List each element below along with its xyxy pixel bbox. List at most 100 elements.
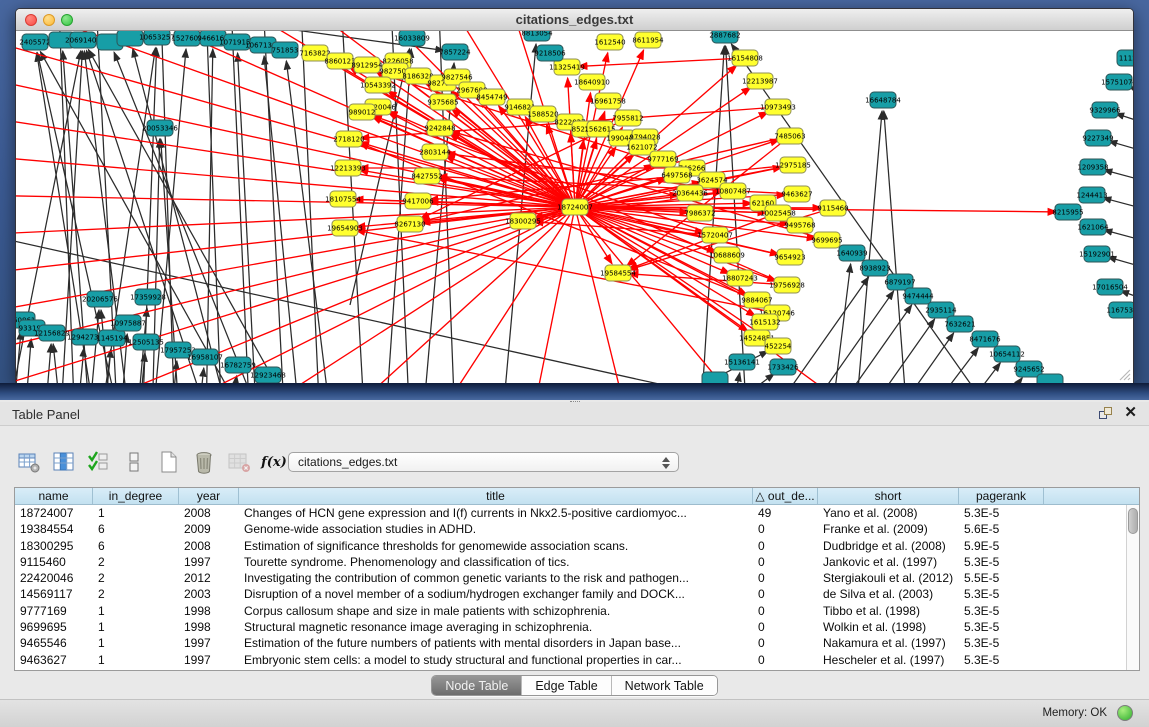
table-mode-icon[interactable] [16,449,42,475]
graph-node-selected[interactable]: 12975185 [775,157,811,173]
float-panel-icon[interactable] [1099,407,1113,421]
scrollbar-thumb[interactable] [1128,508,1138,534]
graph-node[interactable]: 1209358 [1077,159,1108,175]
graph-node[interactable]: 20691406 [65,32,101,48]
graph-node[interactable] [702,372,728,383]
tab-node-table[interactable]: Node Table [432,676,521,695]
graph-node-selected[interactable]: 9463627 [781,186,812,202]
graph-node[interactable]: 1640939 [836,245,867,261]
table-row[interactable]: 969969511998Structural magnetic resonanc… [15,619,1126,635]
graph-node-selected[interactable]: 7986372 [684,205,715,221]
graph-edge[interactable] [114,52,265,383]
graph-node[interactable]: 8215955 [1052,204,1083,220]
graph-node[interactable]: 20206576 [82,291,118,307]
graph-node[interactable]: 17359928 [130,289,166,305]
graph-node-selected[interactable]: 7955812 [612,110,643,126]
graph-node-selected[interactable]: 1612540 [594,34,625,50]
graph-edge[interactable] [830,264,851,383]
graph-node[interactable]: 15136141 [724,354,760,370]
graph-node[interactable]: 12923468 [250,367,286,383]
graph-node-selected[interactable]: 2718120 [333,131,364,147]
graph-node[interactable]: 9474444 [902,288,934,304]
graph-edge[interactable] [1108,257,1133,272]
column-header-out_de[interactable]: △ out_de... [753,488,818,504]
graph-edge[interactable] [76,348,84,383]
graph-node-selected[interactable]: 8611954 [632,32,664,48]
graph-node[interactable] [1037,374,1063,383]
close-panel-icon[interactable]: ✕ [1124,405,1137,421]
table-panel-titlebar[interactable]: Table Panel ✕ [0,402,1149,426]
graph-node-selected[interactable]: 10807487 [715,183,751,199]
graph-edge[interactable] [197,368,204,383]
graph-node[interactable]: 15192901 [1079,246,1115,262]
graph-node[interactable]: 11127 [1117,50,1133,66]
graph-node-selected[interactable]: 8454749 [476,89,507,105]
graph-edge[interactable] [286,61,332,383]
graph-edge[interactable] [812,291,894,383]
tab-network-table[interactable]: Network Table [611,676,717,695]
column-header-pagerank[interactable]: pagerank [959,488,1044,504]
graph-node-selected[interactable]: 10973493 [760,99,796,115]
graph-node[interactable]: 7857224 [439,44,471,60]
graph-node[interactable]: 9218506 [534,45,566,61]
graph-node-selected[interactable]: 9699695 [811,232,842,248]
graph-node-selected[interactable]: 18807243 [722,270,758,286]
graph-node-selected[interactable]: 16154808 [727,50,763,66]
graph-node-selected[interactable]: 9375685 [427,94,458,110]
graph-node-selected[interactable]: 9115460 [817,200,848,216]
graph-node[interactable]: 9227349 [1082,130,1113,146]
graph-node[interactable]: 7632621 [944,316,975,332]
graph-edge[interactable] [1103,198,1133,213]
graph-edge[interactable] [728,373,740,383]
graph-node-selected[interactable]: 12213393 [330,160,366,176]
graph-node[interactable]: 12505135 [128,334,164,350]
graph-node[interactable]: 1145194 [96,330,128,346]
graph-node-selected[interactable]: 10688609 [709,247,745,263]
graph-node[interactable]: 2887682 [709,31,740,43]
graph-node-selected[interactable]: 8427552 [411,168,442,184]
column-header-name[interactable]: name [15,488,93,504]
graph-node[interactable]: 1733426 [767,359,799,375]
graph-node-selected[interactable]: 19584554 [600,265,636,281]
table-row[interactable]: 977716911998Corpus callosum shape and si… [15,603,1126,619]
network-canvas[interactable]: 7163822886012389129548226058982750610543… [16,31,1133,383]
column-header-short[interactable]: short [818,488,959,504]
graph-node-selected[interactable]: 15720407 [697,227,733,243]
graph-node[interactable]: 12156829 [34,325,70,341]
table-row[interactable]: 911546021997Tourette syndrome. Phenomeno… [15,554,1126,570]
graph-node-selected[interactable]: 16961758 [590,93,626,109]
column-header-year[interactable]: year [179,488,239,504]
tab-edge-table[interactable]: Edge Table [521,676,610,695]
graph-edge[interactable] [872,333,954,383]
graph-node-selected[interactable]: 19654903 [327,220,363,236]
graph-edge[interactable] [578,58,745,66]
table-selector-dropdown[interactable]: citations_edges.txt [288,452,679,472]
window-resize-grip[interactable] [1117,367,1131,381]
graph-node[interactable]: 16033809 [394,31,430,46]
graph-node-selected[interactable]: 12213987 [742,73,778,89]
graph-node-selected[interactable]: 8912954 [351,57,383,73]
graph-node[interactable]: 8471676 [969,331,1001,347]
graph-edge[interactable] [575,207,630,383]
table-row[interactable]: 1456911722003Disruption of a novel membe… [15,586,1126,602]
graph-node-selected[interactable]: 8267130 [394,216,425,232]
table-row[interactable]: 1872400712008Changes of HCN gene express… [15,505,1126,521]
graph-node-selected[interactable]: 7485063 [774,128,805,144]
graph-edge[interactable] [44,344,51,383]
graph-node[interactable]: 2405572 [19,34,50,50]
graph-node[interactable]: 1621064 [1077,219,1109,235]
graph-edge[interactable] [160,31,175,383]
graph-node[interactable]: 20053346 [142,120,178,136]
graph-node-selected[interactable]: 18107554 [325,191,361,207]
graph-node[interactable]: 1244413 [1076,187,1107,203]
graph-edge[interactable] [853,319,935,383]
graph-node[interactable]: 10653257 [139,31,175,45]
column-header-title[interactable]: title [239,488,753,504]
graph-node[interactable]: 17016504 [1092,279,1128,295]
graph-edge[interactable] [1104,170,1133,185]
graph-node[interactable]: 8813054 [521,31,553,41]
create-column-icon[interactable] [156,449,182,475]
column-header-in_degree[interactable]: in_degree [93,488,179,504]
graph-node[interactable]: 15751074 [1101,74,1133,90]
graph-node-selected[interactable]: 452254 [765,338,792,354]
